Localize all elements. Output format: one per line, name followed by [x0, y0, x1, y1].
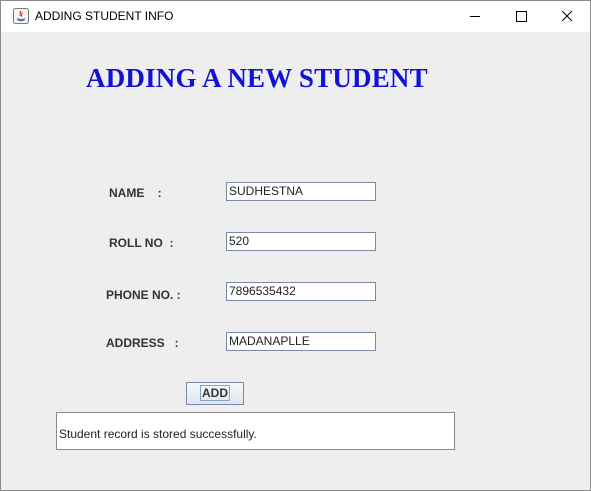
- status-message: Student record is stored successfully.: [59, 427, 257, 441]
- name-field[interactable]: SUDHESTNA: [226, 182, 376, 201]
- java-app-icon: [13, 8, 29, 24]
- form-panel: ADDING A NEW STUDENT NAME : SUDHESTNA RO…: [1, 32, 590, 490]
- close-icon: [561, 10, 573, 22]
- close-button[interactable]: [544, 1, 590, 32]
- roll-no-field[interactable]: 520: [226, 232, 376, 251]
- window-title: ADDING STUDENT INFO: [35, 9, 174, 23]
- address-field[interactable]: MADANAPLLE: [226, 332, 376, 351]
- app-window: ADDING STUDENT INFO ADDING A NEW STUDENT…: [0, 0, 591, 491]
- status-message-box[interactable]: Student record is stored successfully.: [56, 412, 455, 450]
- add-button-label: ADD: [200, 385, 230, 401]
- minimize-icon: [470, 16, 480, 17]
- address-label: ADDRESS :: [106, 336, 179, 350]
- phone-field[interactable]: 7896535432: [226, 282, 376, 301]
- minimize-button[interactable]: [452, 1, 498, 32]
- phone-label: PHONE NO. :: [106, 288, 181, 302]
- page-title: ADDING A NEW STUDENT: [86, 63, 428, 93]
- roll-no-label: ROLL NO :: [109, 236, 174, 250]
- name-label: NAME :: [109, 186, 162, 200]
- maximize-button[interactable]: [498, 1, 544, 32]
- maximize-icon: [516, 11, 527, 22]
- title-bar[interactable]: ADDING STUDENT INFO: [1, 1, 590, 32]
- add-button[interactable]: ADD: [186, 382, 244, 405]
